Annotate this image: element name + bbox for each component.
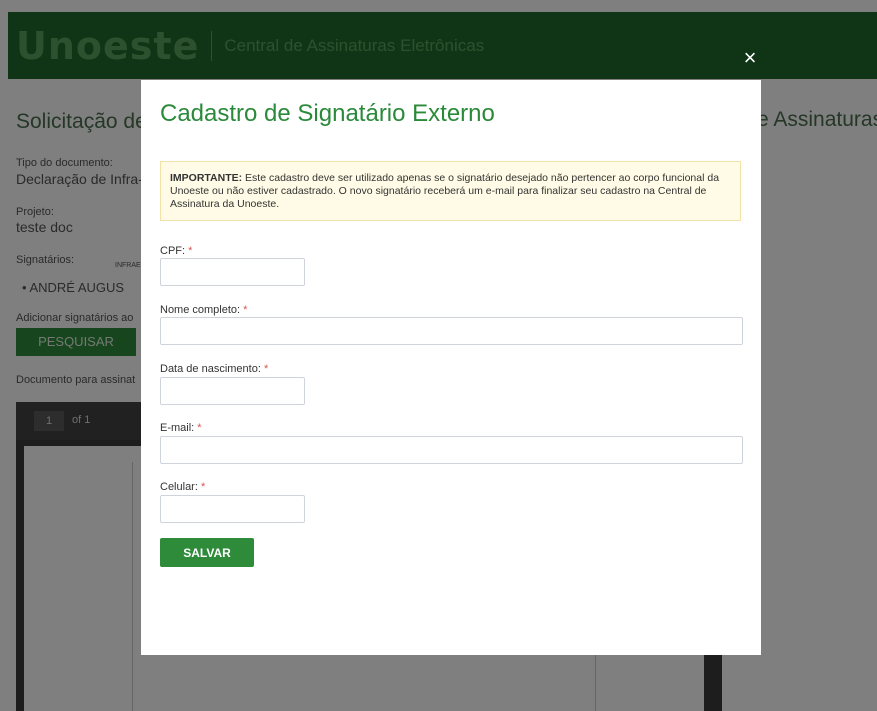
birth-date-label: Data de nascimento: *	[160, 363, 268, 375]
full-name-label: Nome completo: *	[160, 304, 247, 316]
birth-date-input[interactable]	[160, 377, 305, 405]
phone-label-text: Celular:	[160, 481, 198, 493]
phone-input[interactable]	[160, 495, 305, 523]
cpf-input[interactable]	[160, 258, 305, 286]
required-marker: *	[197, 422, 202, 434]
email-label-text: E-mail:	[160, 422, 195, 434]
email-input[interactable]	[160, 436, 743, 464]
cpf-label-text: CPF:	[160, 245, 186, 257]
required-marker: *	[243, 304, 248, 316]
required-marker: *	[200, 481, 206, 493]
important-notice: IMPORTANTE: Este cadastro deve ser utili…	[160, 161, 741, 221]
notice-text: Este cadastro deve ser utilizado apenas …	[170, 172, 720, 210]
email-label: E-mail: *	[160, 422, 202, 434]
save-button[interactable]: SALVAR	[160, 538, 254, 567]
required-marker: *	[263, 363, 269, 375]
modal-title: Cadastro de Signatário Externo	[160, 100, 495, 127]
phone-label: Celular: *	[160, 481, 205, 493]
full-name-input[interactable]	[160, 317, 743, 345]
close-icon[interactable]: ×	[740, 47, 760, 69]
required-marker: *	[188, 245, 193, 257]
birth-date-label-text: Data de nascimento:	[160, 363, 261, 375]
external-signatory-modal: Cadastro de Signatário Externo IMPORTANT…	[141, 80, 761, 655]
full-name-label-text: Nome completo:	[160, 304, 241, 316]
cpf-label: CPF: *	[160, 245, 192, 257]
notice-strong: IMPORTANTE:	[170, 172, 243, 184]
